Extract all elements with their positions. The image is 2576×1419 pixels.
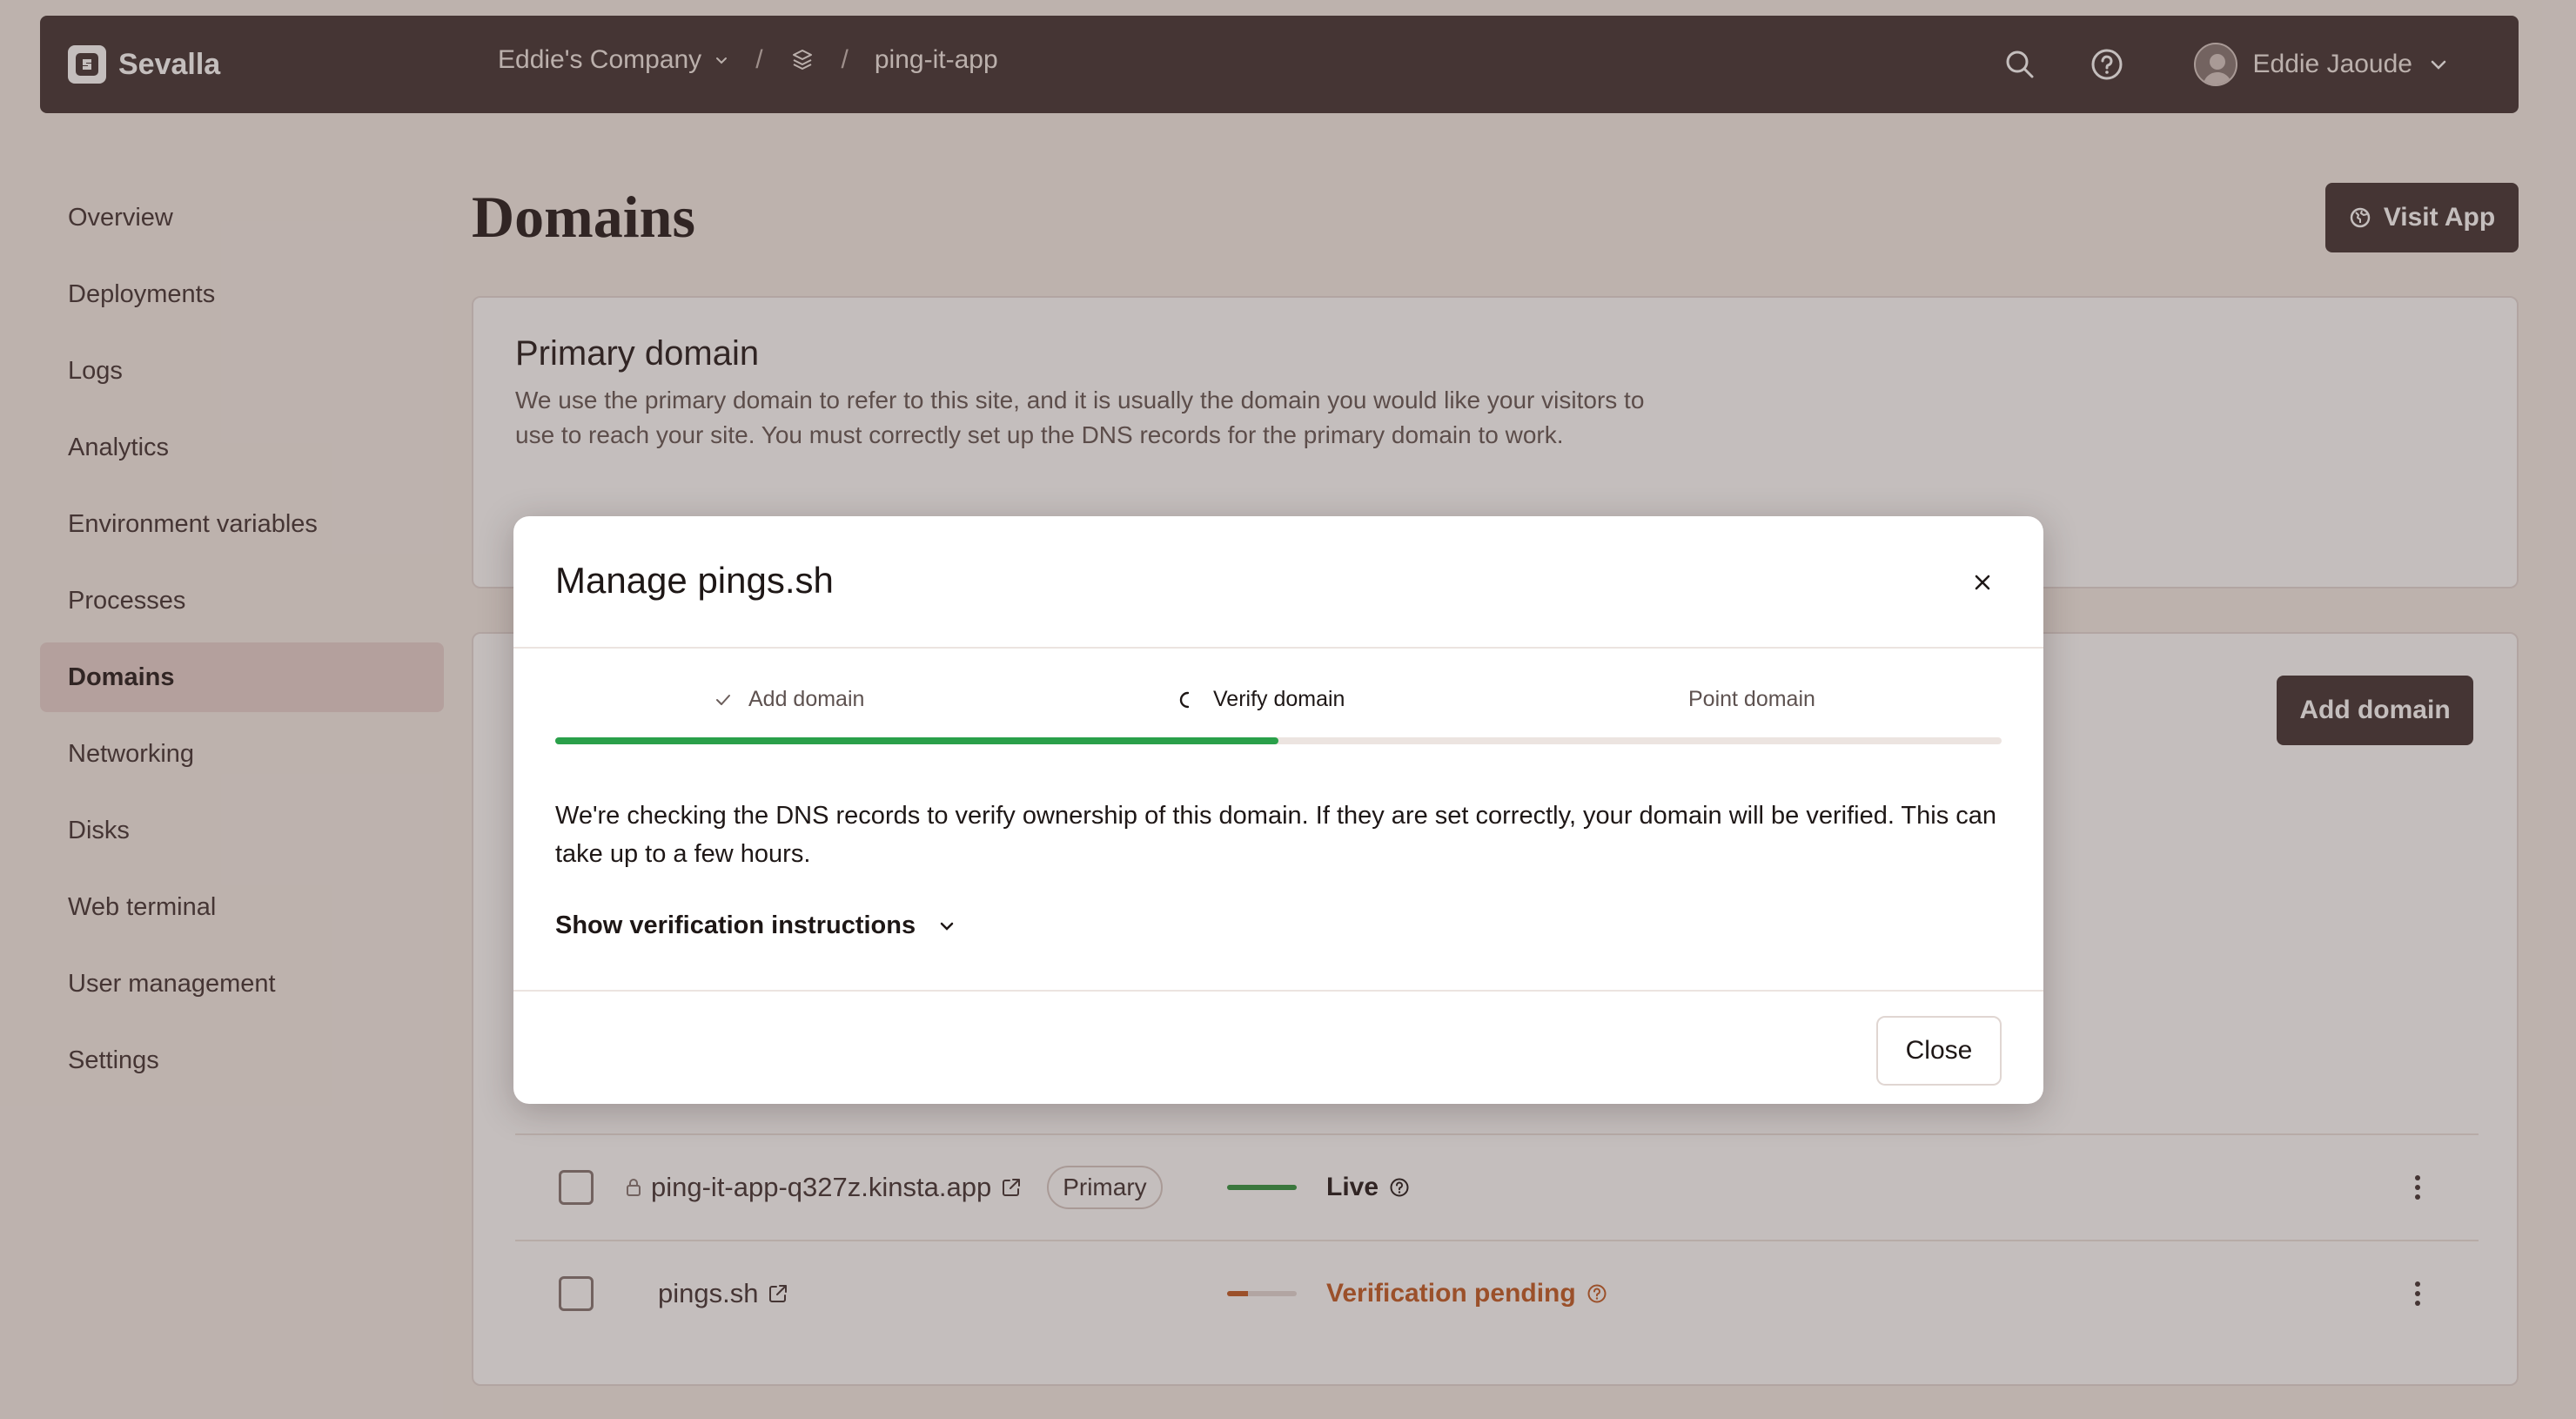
step-label: Point domain [1688,687,1815,711]
verification-message: We're checking the DNS records to verify… [555,802,1997,868]
stepper-progress [555,737,2002,744]
stepper-progress-fill [555,737,1278,744]
step-add-domain: Add domain [714,687,864,712]
step-verify-domain: Verify domain [1178,687,1345,712]
toggle-label: Show verification instructions [555,911,916,939]
show-verification-instructions-toggle[interactable]: Show verification instructions [555,911,957,940]
stepper: Add domain Verify domain Point domain [555,687,2002,739]
chevron-down-icon [936,916,957,937]
check-icon [714,690,733,710]
step-label: Verify domain [1213,687,1345,711]
step-point-domain: Point domain [1688,687,1815,712]
modal-header: Manage pings.sh [513,516,2043,649]
close-button[interactable]: Close [1876,1016,2002,1086]
spinner-icon [1178,690,1197,710]
modal-title: Manage pings.sh [555,560,834,601]
close-icon[interactable] [1967,567,1998,598]
manage-domain-modal: Manage pings.sh Add domain Verify domain… [513,516,2043,1104]
step-label: Add domain [748,687,865,711]
modal-footer: Close [513,990,2043,1104]
